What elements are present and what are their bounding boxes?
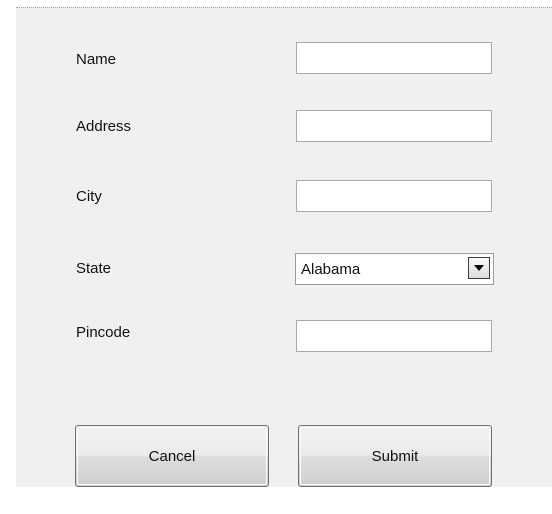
cancel-button[interactable]: Cancel: [75, 425, 269, 487]
pincode-label: Pincode: [76, 324, 131, 341]
submit-button[interactable]: Submit: [298, 425, 492, 487]
pincode-field[interactable]: [296, 320, 492, 352]
name-field[interactable]: [296, 42, 492, 74]
state-selected-value: Alabama: [301, 261, 361, 278]
address-field[interactable]: [296, 110, 492, 142]
city-label: City: [76, 188, 102, 205]
state-dropdown[interactable]: Alabama: [295, 253, 494, 285]
chevron-down-icon[interactable]: [468, 257, 490, 279]
address-label: Address: [76, 118, 132, 135]
address-form-panel: Name Address City State Alabama Pincode …: [16, 7, 552, 487]
state-label: State: [76, 260, 112, 277]
name-label: Name: [76, 51, 117, 68]
city-field[interactable]: [296, 180, 492, 212]
